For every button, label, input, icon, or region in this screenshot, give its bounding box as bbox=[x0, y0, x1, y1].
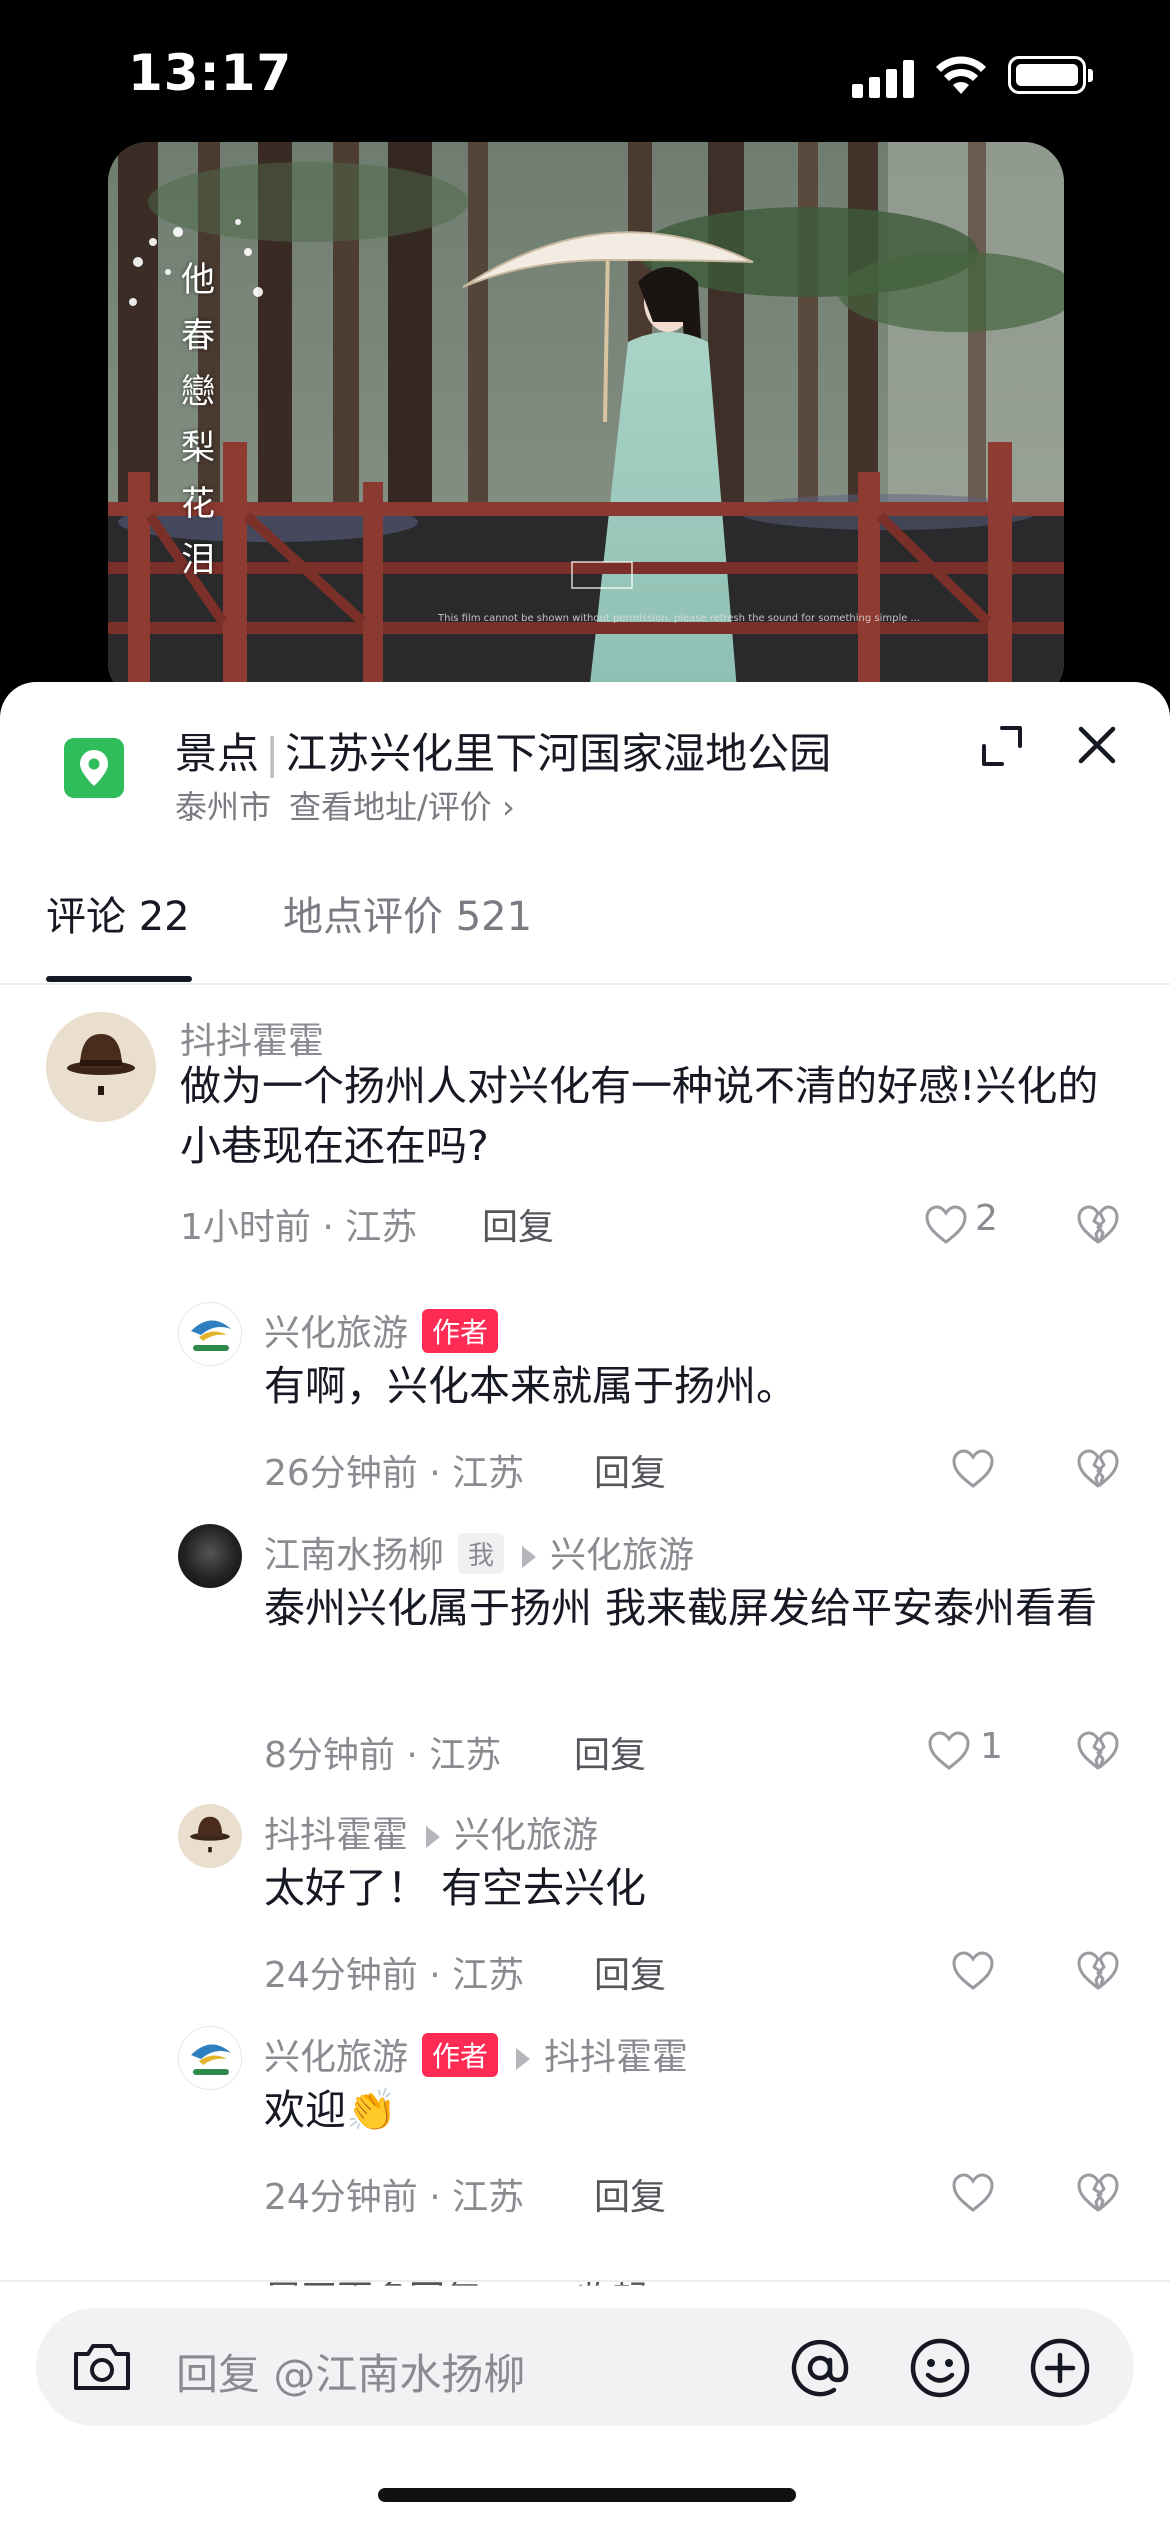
dislike-broken-heart-icon[interactable] bbox=[1075, 1728, 1121, 1774]
plus-icon[interactable] bbox=[1026, 2334, 1094, 2402]
me-badge: 我 bbox=[458, 1533, 505, 1574]
video-caption: This film cannot be shown without permis… bbox=[438, 613, 921, 624]
reply-text[interactable]: 欢迎👏 bbox=[264, 2080, 1124, 2140]
reply-text[interactable]: 太好了！ 有空去兴化 bbox=[264, 1858, 1124, 1918]
reply-button[interactable]: 回复 bbox=[594, 2168, 666, 2220]
reply-text[interactable]: 有啊，兴化本来就属于扬州。 bbox=[264, 1356, 1124, 1416]
dislike-broken-heart-icon[interactable] bbox=[1075, 2170, 1121, 2216]
author-badge: 作者 bbox=[422, 2033, 499, 2077]
reply-username: 兴化旅游 作者 抖抖霍霍 bbox=[264, 2028, 688, 2080]
camera-icon[interactable] bbox=[70, 2336, 134, 2396]
at-icon[interactable] bbox=[786, 2334, 854, 2402]
tab-comments[interactable]: 评论 22 bbox=[46, 884, 190, 942]
like-heart-icon[interactable] bbox=[926, 1728, 972, 1774]
comment-text[interactable]: 做为一个扬州人对兴化有一种说不清的好感!兴化的小巷现在还在吗? bbox=[180, 1056, 1120, 1176]
reply-arrow-icon bbox=[426, 1826, 441, 1848]
divider bbox=[0, 983, 1170, 985]
cellular-signal-icon bbox=[852, 60, 914, 98]
comment-meta: 1小时前 · 江苏 bbox=[180, 1207, 418, 1248]
battery-icon bbox=[1008, 56, 1086, 94]
poi-name: 江苏兴化里下河国家湿地公园 bbox=[285, 729, 832, 778]
reply-arrow-icon bbox=[522, 1546, 537, 1568]
reply-text[interactable]: 泰州兴化属于扬州 我来截屏发给平安泰州看看 bbox=[264, 1578, 1124, 1638]
video-player[interactable]: 他 春 戀 梨 花 泪 This film cannot be shown wi… bbox=[108, 142, 1064, 702]
reply-username: 江南水扬柳我兴化旅游 bbox=[264, 1533, 695, 1576]
poi-city: 泰州市 bbox=[175, 788, 272, 826]
close-icon[interactable] bbox=[1072, 720, 1122, 770]
poi-title[interactable]: 景点 | 江苏兴化里下河国家湿地公园 bbox=[175, 720, 831, 781]
status-bar: 13:17 bbox=[0, 0, 1170, 140]
author-badge: 作者 bbox=[422, 1309, 499, 1353]
reply-button[interactable]: 回复 bbox=[594, 1946, 666, 1998]
chevron-right-icon: › bbox=[501, 788, 515, 826]
avatar[interactable] bbox=[178, 2026, 242, 2090]
like-count: 1 bbox=[980, 1726, 1003, 1767]
reply-meta: 26分钟前 · 江苏 bbox=[264, 1453, 525, 1494]
reply-arrow-icon bbox=[516, 2048, 531, 2070]
reply-meta: 24分钟前 · 江苏 bbox=[264, 2177, 525, 2218]
wifi-icon bbox=[936, 56, 986, 94]
like-heart-icon[interactable] bbox=[950, 1446, 996, 1492]
reply-button[interactable]: 回复 bbox=[482, 1198, 554, 1250]
active-tab-indicator bbox=[46, 976, 192, 982]
reply-username: 兴化旅游 作者 bbox=[264, 1304, 499, 1356]
reply-button[interactable]: 回复 bbox=[574, 1726, 646, 1778]
like-heart-icon[interactable] bbox=[923, 1202, 969, 1248]
comment-sheet: 景点 | 江苏兴化里下河国家湿地公园 泰州市 查看地址/评价 › 评论 22 地点评价… bbox=[0, 682, 1170, 2532]
avatar[interactable] bbox=[46, 1012, 156, 1122]
reply-to-user[interactable]: 兴化旅游 bbox=[550, 1535, 694, 1576]
reply-to-user[interactable]: 抖抖霍霍 bbox=[544, 2037, 688, 2078]
reply-button[interactable]: 回复 bbox=[594, 1444, 666, 1496]
avatar[interactable] bbox=[178, 1302, 242, 1366]
reply-input-bar[interactable]: 回复 @江南水扬柳 bbox=[36, 2308, 1134, 2426]
avatar[interactable] bbox=[178, 1524, 242, 1588]
like-heart-icon[interactable] bbox=[950, 2170, 996, 2216]
emoji-icon[interactable] bbox=[906, 2334, 974, 2402]
dislike-broken-heart-icon[interactable] bbox=[1075, 1948, 1121, 1994]
dislike-broken-heart-icon[interactable] bbox=[1075, 1202, 1121, 1248]
dislike-broken-heart-icon[interactable] bbox=[1075, 1446, 1121, 1492]
home-indicator bbox=[378, 2488, 796, 2502]
tab-place-reviews[interactable]: 地点评价 521 bbox=[283, 884, 532, 942]
reply-to-user[interactable]: 兴化旅游 bbox=[454, 1815, 598, 1856]
reply-username: 抖抖霍霍 兴化旅游 bbox=[264, 1815, 599, 1856]
like-count: 2 bbox=[975, 1198, 998, 1239]
poi-address-link[interactable]: 查看地址/评价 bbox=[289, 788, 492, 826]
location-pin-icon bbox=[64, 738, 124, 798]
reply-input[interactable]: 回复 @江南水扬柳 bbox=[176, 2341, 525, 2402]
poi-category: 景点 bbox=[175, 729, 260, 778]
reply-meta: 8分钟前 · 江苏 bbox=[264, 1735, 502, 1776]
status-time: 13:17 bbox=[128, 44, 293, 102]
video-vertical-title: 他 春 戀 梨 花 泪 bbox=[181, 260, 215, 580]
poi-subtitle: 泰州市 查看地址/评价 › bbox=[175, 782, 515, 828]
avatar[interactable] bbox=[178, 1804, 242, 1868]
reply-meta: 24分钟前 · 江苏 bbox=[264, 1955, 525, 1996]
like-heart-icon[interactable] bbox=[950, 1948, 996, 1994]
divider bbox=[0, 2280, 1170, 2282]
expand-icon[interactable] bbox=[978, 722, 1026, 770]
